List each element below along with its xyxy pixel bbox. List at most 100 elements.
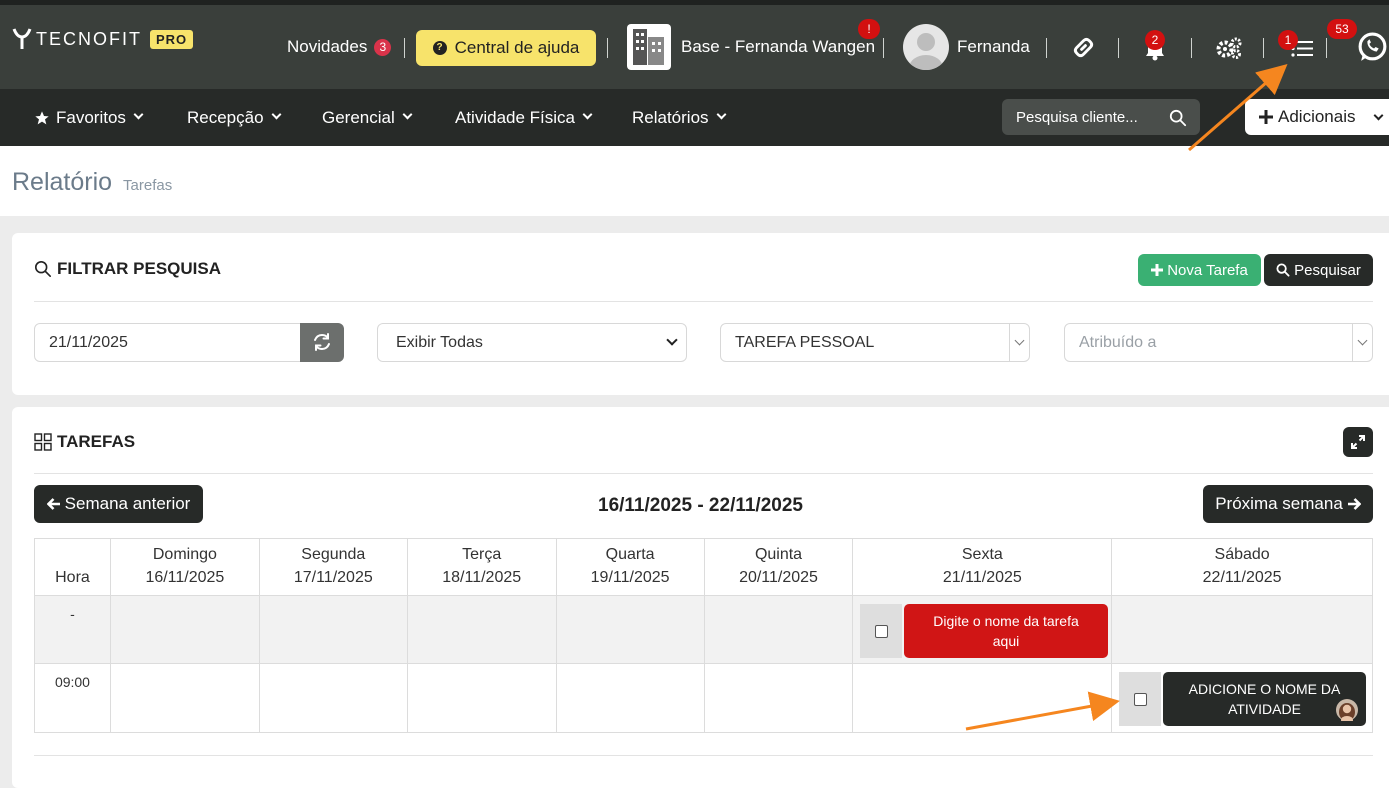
refresh-icon — [314, 333, 330, 351]
question-icon: ? — [432, 41, 447, 55]
news-link[interactable]: Novidades 3 — [287, 5, 392, 89]
chevron-down-icon — [402, 109, 413, 120]
day-cell[interactable] — [555, 663, 705, 733]
divider — [1046, 38, 1047, 58]
search-icon[interactable] — [1169, 109, 1187, 127]
calendar-row: - — [34, 595, 1373, 664]
nav-recepcao[interactable]: Recepção — [187, 89, 282, 146]
user-menu[interactable]: Fernanda — [957, 5, 1030, 89]
day-cell[interactable] — [406, 663, 557, 733]
task-name[interactable]: ADICIONE O NOME DA ATIVIDADE — [1163, 672, 1366, 726]
base-alert-badge: ! — [858, 19, 880, 39]
nav-atividade-fisica[interactable]: Atividade Física — [455, 89, 593, 146]
day-cell[interactable] — [703, 595, 854, 664]
arrow-right-icon — [1347, 498, 1361, 510]
whatsapp-icon[interactable] — [1356, 31, 1389, 64]
nav-label: Atividade Física — [455, 107, 575, 127]
search-button[interactable]: Pesquisar — [1264, 254, 1373, 286]
plus-icon — [1151, 264, 1164, 276]
tasks-panel: TAREFAS Semana anterior 16/11/2025 - 22/… — [12, 407, 1389, 788]
day-cell[interactable] — [258, 595, 408, 664]
day-date: 17/11/2025 — [293, 569, 373, 586]
hour-header-label: Hora — [55, 569, 90, 586]
day-cell[interactable] — [852, 663, 1113, 733]
calendar-header-row: Hora Domingo 16/11/2025 Segunda 17/11/2025… — [34, 538, 1373, 596]
checkbox-box — [1133, 692, 1147, 706]
settings-gears-icon[interactable] — [1216, 37, 1243, 59]
client-search-placeholder: Pesquisa cliente... — [1016, 108, 1138, 126]
brand-logo[interactable]: TECNOFIT PRO — [12, 27, 194, 51]
divider — [34, 473, 1373, 474]
assigned-to-select[interactable]: Atribuído a — [1064, 323, 1373, 362]
day-cell[interactable] — [406, 595, 557, 664]
day-date: 18/11/2025 — [442, 569, 522, 586]
day-cell[interactable] — [1111, 595, 1373, 664]
show-filter-select[interactable]: Exibir Todas — [377, 323, 687, 362]
new-task-button[interactable]: Nova Tarefa — [1138, 254, 1261, 286]
day-date: 16/11/2025 — [145, 569, 225, 586]
expand-icon — [1351, 435, 1365, 449]
client-search-input[interactable]: Pesquisa cliente... — [1002, 99, 1200, 135]
notifications-badge: 2 — [1145, 30, 1165, 50]
chevron-down-icon — [271, 109, 282, 120]
nav-label: Relatórios — [632, 107, 709, 127]
filter-panel-title: FILTRAR PESQUISA — [34, 259, 221, 279]
chevron-down-icon — [716, 109, 726, 120]
chevron-down-icon — [666, 334, 678, 346]
divider — [34, 301, 1373, 302]
brand-tier-badge: PRO — [150, 29, 194, 49]
nav-gerencial[interactable]: Gerencial — [322, 89, 413, 146]
help-center-button[interactable]: ? Central de ajuda — [416, 30, 596, 66]
filter-title-text: FILTRAR PESQUISA — [57, 259, 222, 278]
task-type-select[interactable]: TAREFA PESSOAL — [720, 323, 1030, 362]
link-icon[interactable] — [1072, 36, 1095, 59]
star-icon — [35, 110, 49, 124]
day-cell[interactable] — [109, 595, 260, 664]
base-selector[interactable]: Base - Fernanda Wangen — [681, 5, 875, 89]
news-label: Novidades — [287, 37, 368, 56]
day-name: Segunda — [301, 546, 366, 563]
adicionais-dropdown[interactable]: Adicionais — [1245, 99, 1389, 135]
day-cell[interactable] — [703, 663, 854, 733]
chevron-down-icon — [582, 109, 593, 120]
search-icon — [1276, 263, 1290, 277]
page-header: Relatório Tarefas — [0, 146, 1389, 216]
refresh-date-button[interactable] — [300, 323, 344, 362]
day-cell[interactable] — [555, 595, 705, 664]
search-icon — [34, 260, 52, 278]
divider — [34, 755, 1373, 756]
nav-relatorios[interactable]: Relatórios — [632, 89, 726, 146]
day-cell[interactable] — [258, 663, 408, 733]
next-week-button[interactable]: Próxima semana — [1203, 485, 1373, 523]
tasks-panel-title: TAREFAS — [34, 432, 135, 452]
page-title: Relatório Tarefas — [12, 168, 172, 197]
filter-panel: FILTRAR PESQUISA Nova Tarefa Pesquisar 2… — [12, 233, 1389, 395]
date-field-value: 21/11/2025 — [49, 333, 128, 351]
nav-label: Favoritos — [56, 107, 126, 127]
day-name: Terça — [462, 546, 502, 563]
task-name[interactable]: Digite o nome da tarefa aqui — [904, 604, 1108, 658]
day-header: Segunda 17/11/2025 — [258, 538, 408, 596]
chevron-down-icon — [1009, 324, 1029, 361]
chevron-down-icon — [1352, 324, 1372, 361]
day-date: 19/11/2025 — [590, 569, 670, 586]
date-field[interactable]: 21/11/2025 — [34, 323, 302, 362]
day-cell[interactable] — [109, 663, 260, 733]
grid-icon — [34, 433, 52, 451]
day-date: 22/11/2025 — [1202, 569, 1282, 586]
task-card-personal[interactable]: Digite o nome da tarefa aqui — [860, 604, 1108, 658]
user-silhouette-icon — [909, 33, 943, 70]
expand-button[interactable] — [1343, 427, 1373, 457]
task-checkbox[interactable] — [1119, 672, 1161, 726]
divider — [883, 38, 884, 58]
divider — [1118, 38, 1119, 58]
day-header: Sábado 22/11/2025 — [1111, 538, 1373, 596]
task-checkbox[interactable] — [860, 604, 902, 658]
nav-label: Gerencial — [322, 107, 395, 127]
day-header: Quarta 19/11/2025 — [555, 538, 705, 596]
nav-favoritos[interactable]: Favoritos — [34, 89, 144, 146]
user-avatar[interactable] — [903, 24, 949, 70]
task-card-activity[interactable]: ADICIONE O NOME DA ATIVIDADE — [1119, 672, 1366, 726]
new-task-label: Nova Tarefa — [1167, 261, 1248, 279]
day-name: Sexta — [961, 546, 1003, 563]
